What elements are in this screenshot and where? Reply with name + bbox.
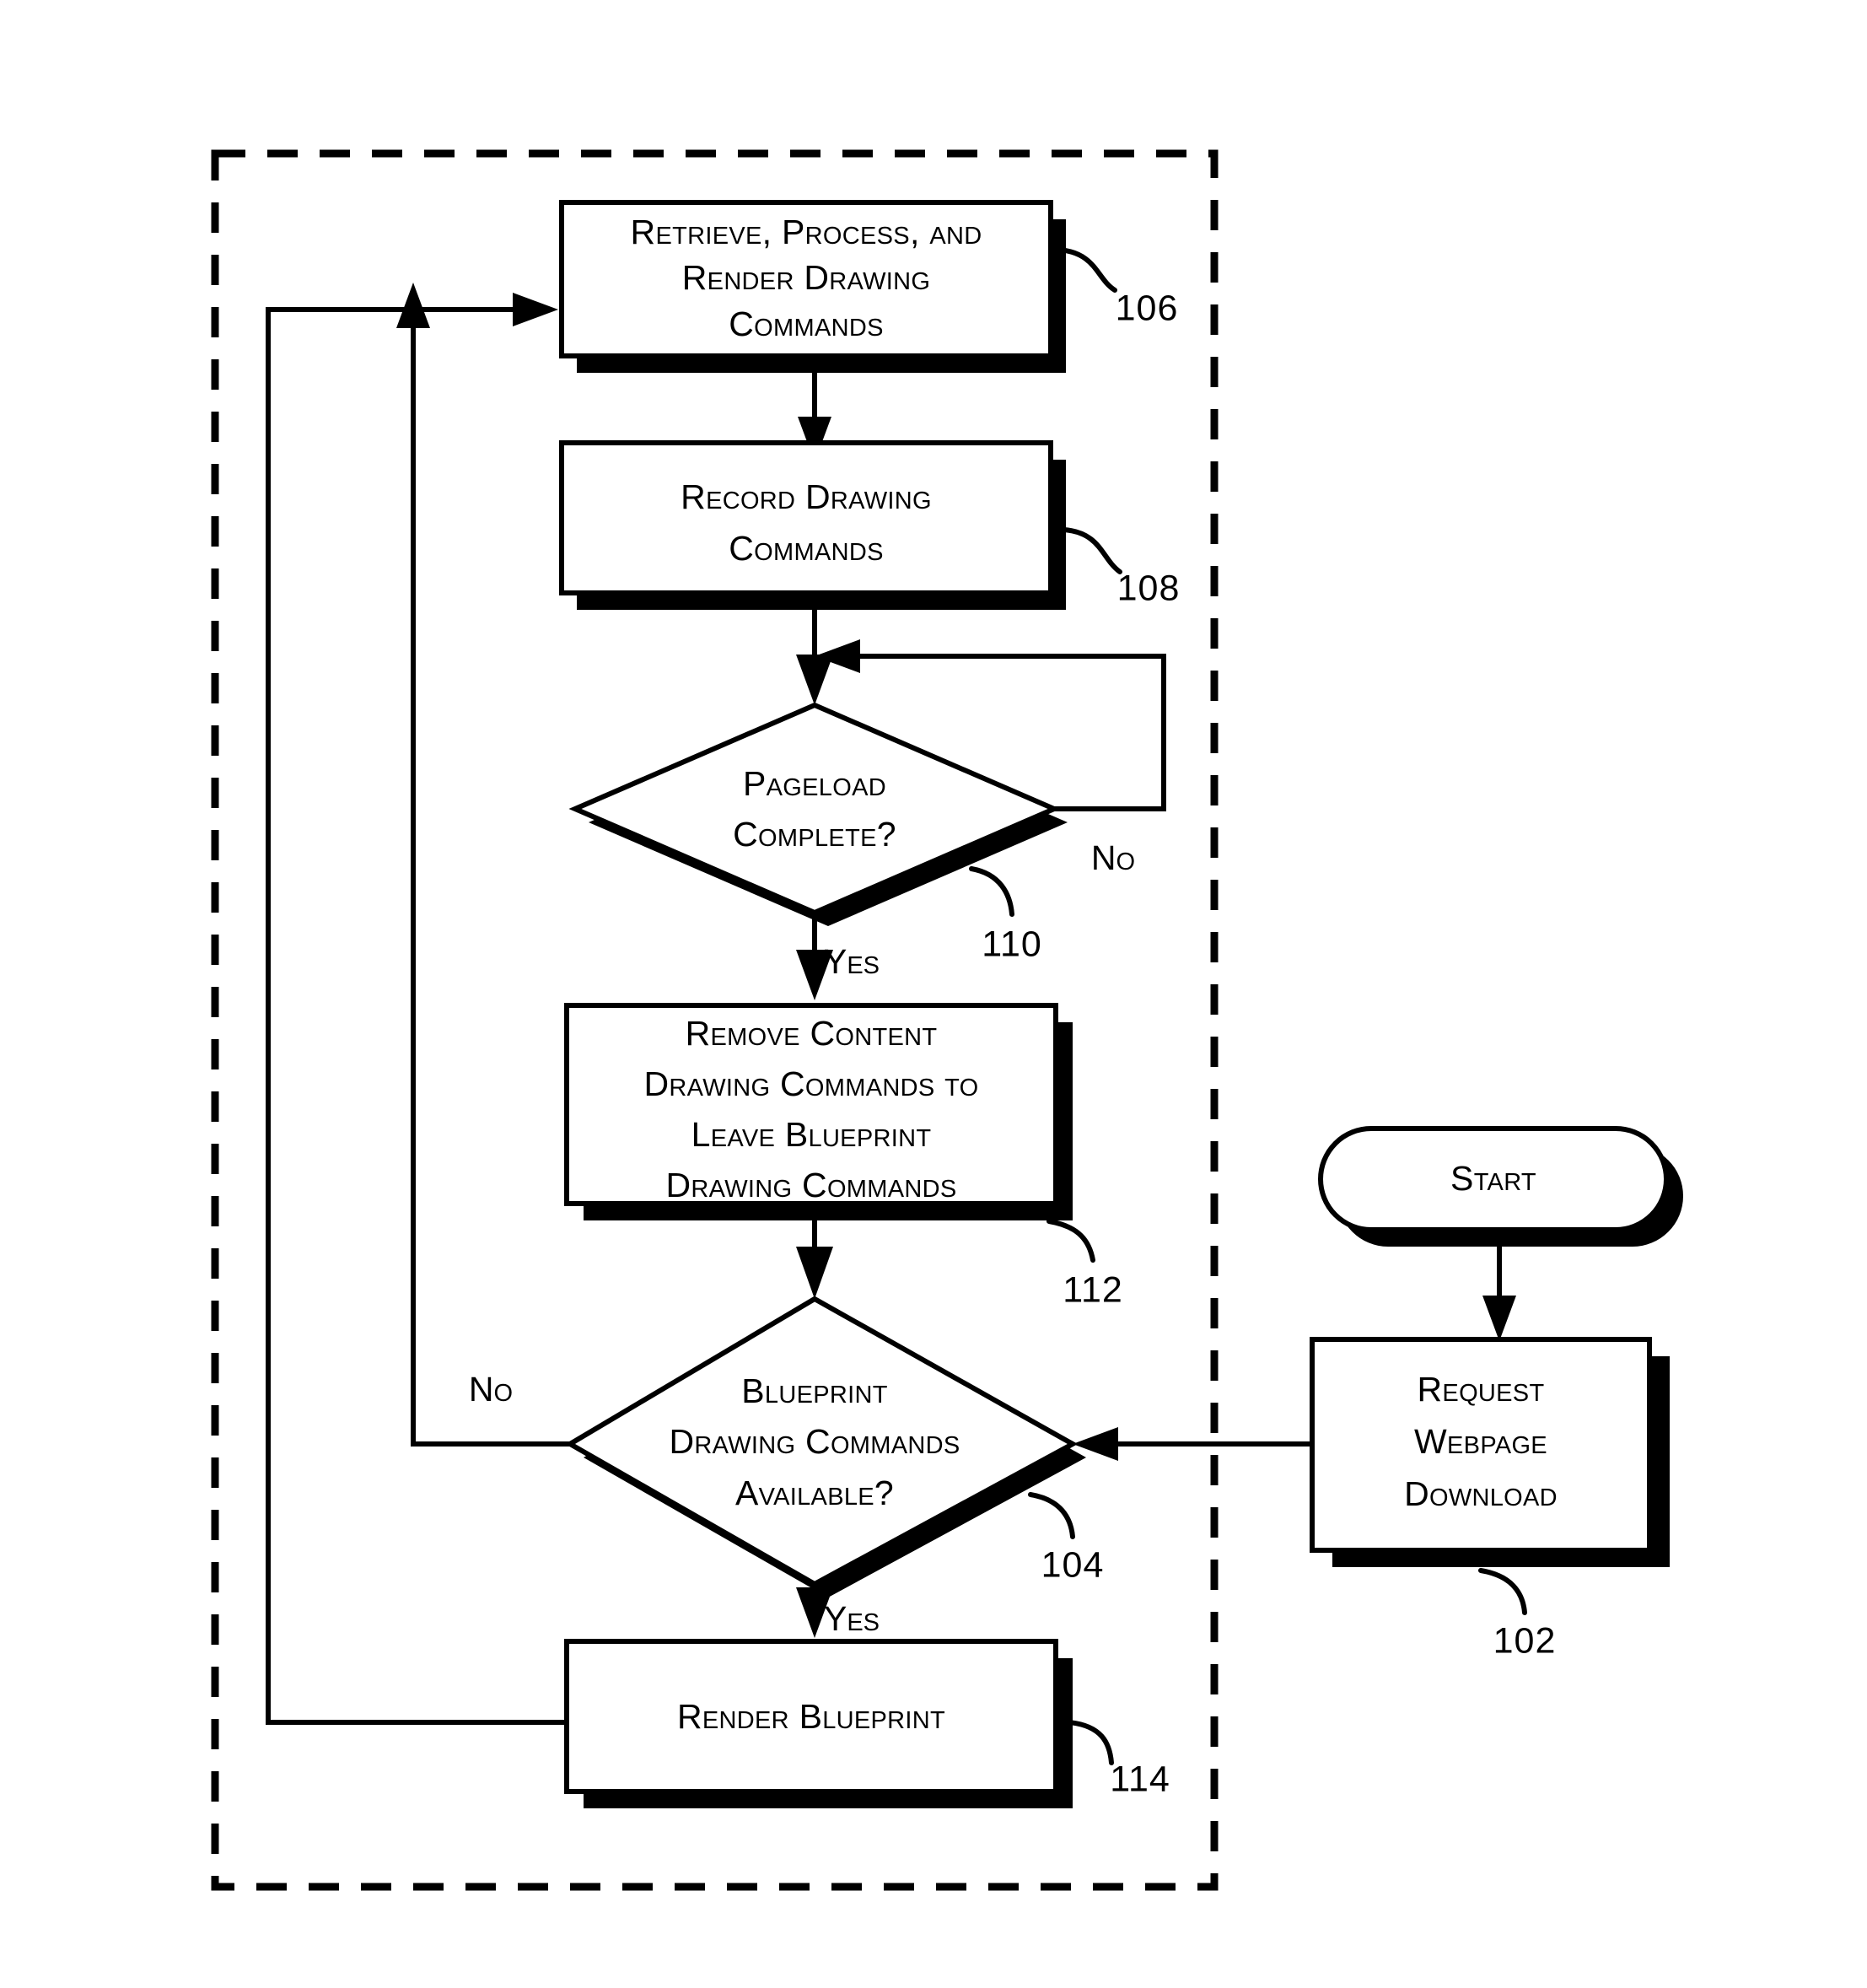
- node-pageload-diamond: [568, 702, 1061, 916]
- branch-label-pageload-no: No: [1091, 838, 1135, 877]
- leader-line-104: [1028, 1492, 1075, 1539]
- node-start[interactable]: Start: [1318, 1126, 1683, 1247]
- ref-label-114: 114: [1110, 1759, 1170, 1799]
- leader-line-108: [1062, 527, 1122, 574]
- node-pageload-line-0: Pageload: [743, 764, 886, 803]
- ref-label-112: 112: [1063, 1269, 1123, 1310]
- node-render-blueprint[interactable]: Render Blueprint: [564, 1639, 1073, 1808]
- node-retrieve-line-1: Render Drawing: [682, 258, 930, 297]
- node-blueprint-line-0: Blueprint: [741, 1371, 887, 1410]
- flowchart-canvas: Retrieve, Process, and Render Drawing Co…: [211, 149, 1683, 1891]
- leader-line-106: [1057, 247, 1117, 293]
- leader-line-112: [1046, 1219, 1095, 1263]
- connector-render-blueprint-loop: [266, 307, 567, 1725]
- node-pageload-complete[interactable]: Pageload Complete?: [568, 702, 1068, 926]
- node-request-line-0: Request: [1418, 1370, 1545, 1409]
- node-blueprint-line-2: Available?: [735, 1473, 894, 1512]
- branch-label-blueprint-yes: Yes: [824, 1599, 880, 1638]
- leader-line-110: [969, 866, 1014, 917]
- branch-label-pageload-yes: Yes: [824, 942, 880, 981]
- node-remove-line-0: Remove Content: [686, 1014, 938, 1053]
- node-remove-line-1: Drawing Commands to: [643, 1064, 978, 1103]
- node-record-box: [559, 440, 1053, 595]
- leader-line-114: [1067, 1720, 1114, 1765]
- arrowhead-remove-to-blueprint: [796, 1247, 833, 1299]
- node-remove-line-3: Drawing Commands: [666, 1166, 957, 1204]
- ref-label-104: 104: [1041, 1544, 1105, 1585]
- node-record-line-0: Record Drawing: [681, 477, 932, 516]
- node-record-line-1: Commands: [729, 529, 883, 568]
- node-record-drawing-commands[interactable]: Record Drawing Commands: [559, 440, 1066, 610]
- arrowhead-start-to-request: [1482, 1296, 1516, 1341]
- node-request-line-2: Download: [1404, 1474, 1558, 1513]
- ref-label-102: 102: [1493, 1620, 1557, 1661]
- node-start-label: Start: [1450, 1159, 1536, 1198]
- node-pageload-line-1: Complete?: [733, 815, 896, 854]
- figure-root: Retrieve, Process, and Render Drawing Co…: [0, 0, 1867, 1988]
- node-remove-content-drawing-commands[interactable]: Remove Content Drawing Commands to Leave…: [564, 1003, 1073, 1220]
- arrowhead-record-to-pageload: [796, 655, 833, 705]
- node-render-blueprint-line-0: Render Blueprint: [677, 1697, 945, 1736]
- node-remove-line-2: Leave Blueprint: [691, 1115, 932, 1154]
- ref-label-106: 106: [1116, 288, 1179, 328]
- node-request-line-1: Webpage: [1414, 1422, 1547, 1461]
- node-retrieve-process-render[interactable]: Retrieve, Process, and Render Drawing Co…: [559, 200, 1066, 373]
- leader-line-102: [1478, 1568, 1527, 1615]
- node-retrieve-line-2: Commands: [729, 304, 883, 343]
- node-blueprint-commands-available[interactable]: Blueprint Drawing Commands Available?: [565, 1296, 1086, 1597]
- connector-blueprint-no-loop: [411, 310, 570, 1447]
- ref-label-108: 108: [1117, 568, 1181, 608]
- branch-label-blueprint-no: No: [469, 1370, 513, 1409]
- arrowhead-blueprint-no-loop: [396, 283, 430, 328]
- ref-label-110: 110: [982, 924, 1042, 964]
- node-retrieve-line-0: Retrieve, Process, and: [631, 213, 982, 251]
- node-request-webpage-download[interactable]: Request Webpage Download: [1310, 1337, 1670, 1567]
- node-blueprint-line-1: Drawing Commands: [670, 1422, 960, 1461]
- arrowhead-render-blueprint-loop: [513, 293, 558, 326]
